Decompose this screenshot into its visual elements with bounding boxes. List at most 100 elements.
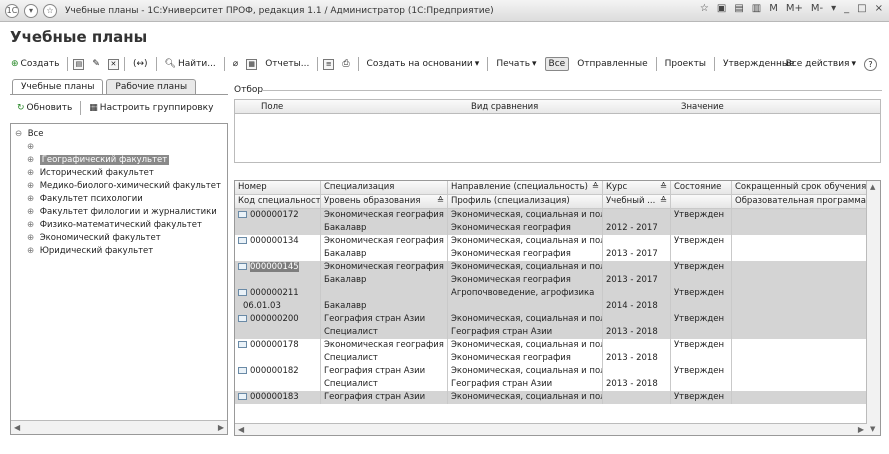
create-based-button[interactable]: Создать на основании ▾ (364, 58, 483, 70)
table-row[interactable]: Бакалавр Экономическая география 2013 - 20… (235, 248, 867, 261)
tree-item[interactable]: ⊕ Физико-математический факультет (15, 219, 227, 232)
help-icon[interactable]: ? (864, 57, 877, 71)
filter-table[interactable]: Поле Вид сравнения Значение (234, 99, 881, 163)
expand-icon[interactable]: ⊕ (27, 180, 37, 193)
tree-item[interactable]: ⊕ Юридический факультет (15, 245, 227, 258)
table-row[interactable]: 06.01.03 Бакалавр 2014 - 2018 (235, 300, 867, 313)
table-row[interactable]: 000000182 География стран Азии Экономическ… (235, 365, 867, 378)
history-icon[interactable]: ▣ (717, 3, 726, 14)
tree-item[interactable]: ⊕ Географический факультет (15, 154, 227, 167)
scroll-up-icon[interactable]: ▲ (870, 183, 875, 191)
col-shortened-term[interactable]: Сокращенный срок обучения (732, 181, 867, 194)
col-specialty-code[interactable]: Код специальности (235, 195, 321, 208)
memory-minus-button[interactable]: M- (811, 3, 823, 14)
calculator-icon[interactable]: ▤ (734, 3, 743, 14)
create-button[interactable]: ⊕ Создать (8, 58, 62, 70)
filter-col-comparison[interactable]: Вид сравнения (471, 102, 538, 112)
expand-icon[interactable]: ⊕ (27, 154, 37, 167)
tab-study-plans[interactable]: Учебные планы (12, 79, 104, 94)
filter-all-button[interactable]: Все (544, 57, 570, 71)
table-row[interactable]: 000000211 Агропочвоведение, агрофизика Утв… (235, 287, 867, 300)
table-row[interactable]: 000000200 География стран Азии Экономическ… (235, 313, 867, 326)
table-row[interactable]: 000000145 Экономическая география Экономич… (235, 261, 867, 274)
scroll-right-icon[interactable]: ▶ (858, 425, 864, 434)
col-course[interactable]: Курс ≙ (603, 181, 671, 194)
more-dropdown-icon[interactable]: ▾ (831, 3, 836, 14)
tree-item[interactable]: ⊕ Факультет филологии и журналистики (15, 206, 227, 219)
tree-item[interactable]: ⊕ Медико-биолого-химический факультет (15, 180, 227, 193)
printer-icon[interactable]: ⎙ (339, 58, 352, 70)
expand-icon[interactable]: ⊕ (27, 141, 37, 154)
cell-specialization-text: Бакалавр (324, 223, 367, 233)
document-icon (238, 289, 247, 296)
search-history-icon[interactable]: (↔) (130, 58, 151, 70)
collapse-icon[interactable]: ⊖ (15, 128, 25, 141)
expand-icon[interactable]: ⊕ (27, 167, 37, 180)
table-row[interactable]: Специалист География стран Азии 2013 - 201… (235, 326, 867, 339)
favorites-star-icon[interactable]: ☆ (43, 3, 57, 18)
scroll-left-icon[interactable]: ◀ (14, 423, 20, 432)
table-row[interactable]: Специалист Экономическая география 2013 - … (235, 352, 867, 365)
table-row[interactable]: 000000172 Экономическая география Экономич… (235, 209, 867, 222)
col-education-level[interactable]: Уровень образования ≙ (321, 195, 448, 208)
table-row[interactable]: 000000134 Экономическая география Экономич… (235, 235, 867, 248)
print-button[interactable]: Печать ▾ (493, 58, 539, 70)
col-number[interactable]: Номер (235, 181, 321, 194)
tree-item[interactable]: ⊖ Все (15, 128, 227, 141)
expand-icon[interactable]: ⊕ (27, 206, 37, 219)
expand-icon[interactable]: ⊕ (27, 232, 37, 245)
maximize-button[interactable]: □ (857, 3, 866, 14)
structure-icon[interactable]: ▦ (246, 58, 258, 70)
copy-icon[interactable]: ▤ (73, 58, 85, 70)
memory-m-button[interactable]: M (769, 3, 778, 14)
col-direction[interactable]: Направление (специальность) ≙ (448, 181, 603, 194)
expand-icon[interactable]: ⊕ (27, 219, 37, 232)
table-row[interactable]: Бакалавр Экономическая география 2012 - 20… (235, 222, 867, 235)
expand-icon[interactable]: ⊕ (27, 245, 37, 258)
expand-icon[interactable]: ⊕ (27, 193, 37, 206)
find-button[interactable]: 🔍︎ Найти... (162, 58, 219, 70)
tree-item[interactable]: ⊕ Экономический факультет (15, 232, 227, 245)
memory-plus-button[interactable]: M+ (786, 3, 803, 14)
table-row[interactable]: 000000178 Экономическая география Экономич… (235, 339, 867, 352)
grouping-button[interactable]: ▦ Настроить группировку (86, 102, 216, 114)
all-actions-button[interactable]: Все действия ▾ (783, 58, 859, 70)
filter-projects-button[interactable]: Проекты (662, 58, 709, 70)
calendar-icon[interactable]: ▥ (752, 3, 761, 14)
reports-button[interactable]: Отчеты... (262, 58, 312, 70)
cell-status (671, 326, 732, 339)
col-specialization[interactable]: Специализация (321, 181, 448, 194)
delete-mark-icon[interactable]: ✕ (107, 58, 119, 70)
tree-item[interactable]: ⊕ (15, 141, 227, 154)
menu-dropdown-icon[interactable]: ▾ (24, 3, 38, 18)
tree-item[interactable]: ⊕ Факультет психологии (15, 193, 227, 206)
tree-item[interactable]: ⊕ Исторический факультет (15, 167, 227, 180)
refresh-button[interactable]: ↻ Обновить (14, 102, 75, 114)
study-plans-table[interactable]: Номер Специализация Направление (специал… (234, 180, 881, 436)
scroll-down-icon[interactable]: ▼ (870, 425, 875, 433)
tab-work-plans[interactable]: Рабочие планы (106, 79, 197, 94)
table-row[interactable]: Специалист География стран Азии 2013 - 201… (235, 378, 867, 391)
tree-horizontal-scrollbar[interactable]: ◀ ▶ (11, 420, 227, 434)
filter-sent-button[interactable]: Отправленные (574, 58, 650, 70)
col-profile[interactable]: Профиль (специализация) (448, 195, 603, 208)
col-edu-program[interactable]: Образовательная программа (732, 195, 867, 208)
table-vertical-scrollbar[interactable]: ▲ ▼ (866, 181, 880, 435)
list-icon[interactable]: ≡ (323, 58, 335, 70)
bookmark-icon[interactable]: ☆ (700, 3, 709, 14)
cancel-search-icon[interactable]: ⌀ (230, 58, 241, 70)
filter-col-field[interactable]: Поле (261, 102, 283, 112)
filter-col-value[interactable]: Значение (681, 102, 724, 112)
col-status[interactable]: Состояние (671, 181, 732, 194)
scroll-left-icon[interactable]: ◀ (238, 425, 244, 434)
minimize-button[interactable]: _ (844, 3, 849, 14)
close-button[interactable]: × (875, 3, 883, 14)
app-logo-icon[interactable]: 1С (5, 3, 19, 18)
table-row[interactable]: Бакалавр Экономическая география 2013 - 20… (235, 274, 867, 287)
col-academic-year[interactable]: Учебный ... ≙ (603, 195, 671, 208)
faculty-tree[interactable]: ⊖ Все ⊕ ⊕ Географический факультет ⊕ Истор… (10, 123, 228, 435)
table-horizontal-scrollbar[interactable]: ◀ ▶ (235, 423, 867, 435)
scroll-right-icon[interactable]: ▶ (218, 423, 224, 432)
edit-icon[interactable]: ✎ (89, 58, 103, 70)
table-row[interactable]: 000000183 География стран Азии Экономическ… (235, 391, 867, 404)
